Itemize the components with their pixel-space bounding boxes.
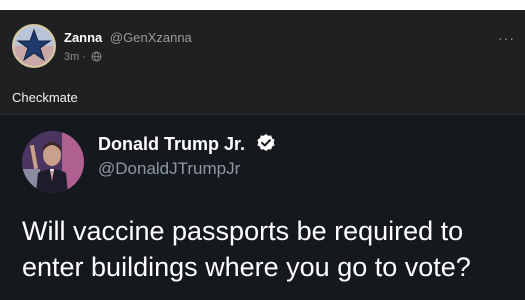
more-icon[interactable]: ···	[498, 31, 515, 45]
post-header: Zanna @GenXzanna 3m · ··· Checkmate	[0, 10, 525, 120]
quoted-author-display-name[interactable]: Donald Trump Jr.	[98, 134, 245, 154]
post-text: Checkmate	[12, 90, 78, 105]
person-photo-icon	[22, 131, 84, 193]
globe-icon	[91, 51, 102, 66]
author-display-name[interactable]: Zanna	[64, 30, 102, 45]
quoted-avatar[interactable]	[22, 131, 84, 193]
verified-badge-icon	[256, 133, 276, 158]
top-border	[0, 0, 525, 10]
author-row: Zanna @GenXzanna	[64, 30, 192, 46]
star-avatar-icon	[14, 26, 54, 66]
quoted-author-row: Donald Trump Jr.	[98, 133, 276, 158]
post-time[interactable]: 3m ·	[64, 51, 86, 63]
post-meta: 3m ·	[64, 50, 102, 66]
author-handle[interactable]: @GenXzanna	[110, 30, 192, 45]
quoted-author-handle[interactable]: @DonaldJTrumpJr	[98, 159, 240, 179]
quoted-tweet-text: Will vaccine passports be required to en…	[22, 216, 471, 282]
screenshot-frame: Zanna @GenXzanna 3m · ··· Checkmate Dona…	[0, 0, 525, 300]
quoted-tweet[interactable]: Donald Trump Jr. @DonaldJTrumpJr Will va…	[0, 114, 525, 300]
avatar[interactable]	[12, 24, 56, 68]
